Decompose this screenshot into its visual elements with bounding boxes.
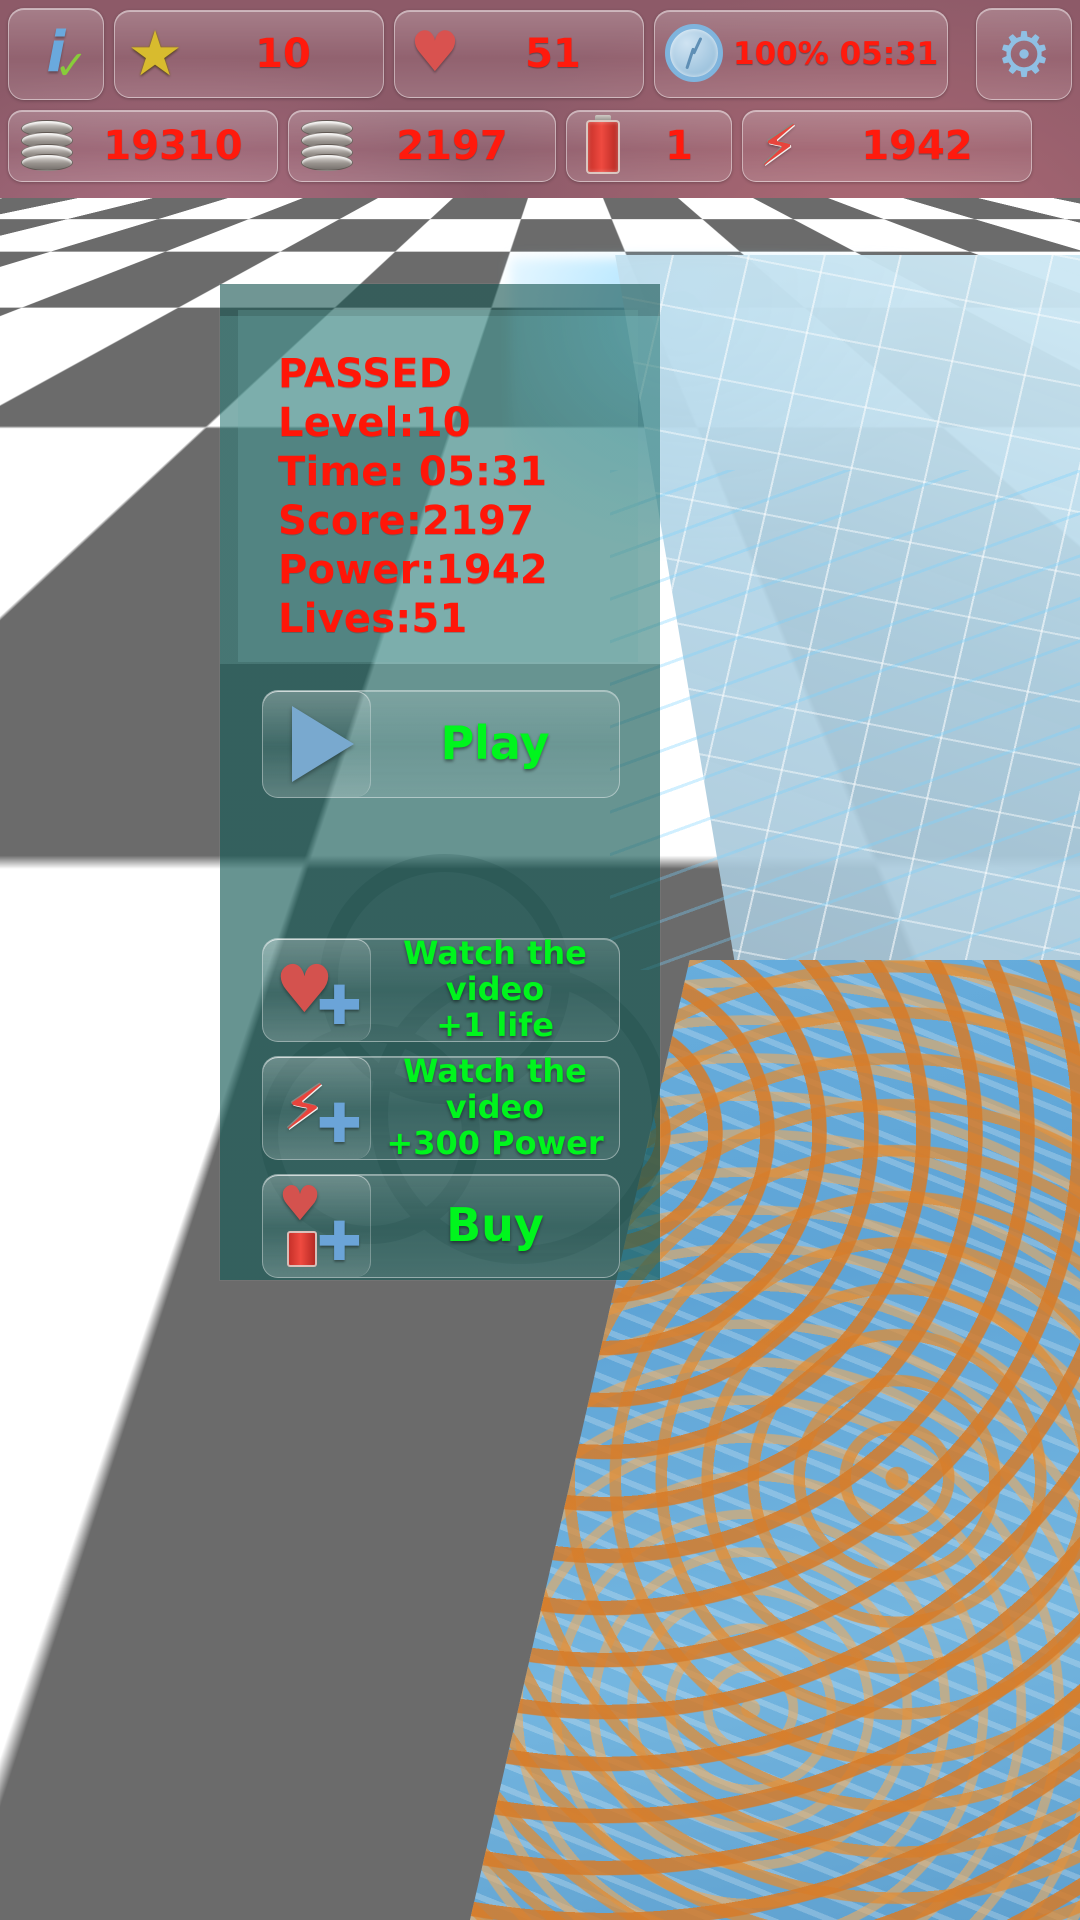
- coin-stack-icon: [299, 120, 353, 172]
- stat-passed: PASSED: [278, 351, 453, 397]
- stat-lives: Lives:51: [278, 596, 468, 642]
- stat-time: Time: 05:31: [278, 449, 548, 495]
- power-value: 1942: [861, 123, 973, 169]
- stat-level: Level:10: [278, 400, 471, 446]
- plus-icon: ✚: [316, 1092, 362, 1155]
- coins-value: 19310: [103, 123, 243, 169]
- heart-icon: ♥: [409, 20, 461, 85]
- stars-counter[interactable]: ★ 10: [114, 10, 384, 98]
- plus-icon: ✚: [316, 974, 362, 1037]
- watch-video-power-line2: +300 Power: [386, 1123, 604, 1162]
- stars-value: 10: [255, 31, 311, 77]
- battery-counter[interactable]: 1: [566, 110, 732, 182]
- battery-value: 1: [665, 123, 693, 169]
- coin-stack-icon: [19, 120, 73, 172]
- hud-row-primary: i ✓ ★ 10 ♥ 51 100% 05:31 ⚙: [0, 6, 1080, 102]
- clock-icon: [665, 24, 725, 84]
- heart-plus-icon-box: ♥ ✚: [263, 939, 371, 1041]
- info-button[interactable]: i ✓: [8, 8, 104, 100]
- play-button-label: Play: [440, 716, 550, 771]
- play-button[interactable]: Play: [262, 690, 620, 798]
- stats-list: PASSED Level:10 Time: 05:31 Score:2197 P…: [278, 350, 658, 644]
- timer-value: 100% 05:31: [733, 36, 939, 72]
- power-counter[interactable]: ⚡ 1942: [742, 110, 1032, 182]
- watch-video-power-button[interactable]: ⚡ ✚ Watch the video +300 Power: [262, 1052, 620, 1162]
- bolt-icon: ⚡: [759, 114, 799, 179]
- watch-video-life-line1: Watch the video: [403, 934, 587, 1009]
- hud: i ✓ ★ 10 ♥ 51 100% 05:31 ⚙ 19310 2197 1 …: [0, 0, 1080, 190]
- level-complete-dialog: PASSED Level:10 Time: 05:31 Score:2197 P…: [220, 284, 660, 1280]
- timer-counter[interactable]: 100% 05:31: [654, 10, 948, 98]
- bolt-plus-icon-box: ⚡ ✚: [263, 1057, 371, 1159]
- watch-video-power-label: Watch the video +300 Power: [371, 1052, 619, 1162]
- star-icon: ★: [127, 17, 183, 90]
- watch-video-life-line2: +1 life: [436, 1005, 554, 1044]
- buy-button-label: Buy: [446, 1198, 544, 1253]
- settings-button[interactable]: ⚙: [976, 8, 1072, 100]
- score-counter[interactable]: 2197: [288, 110, 556, 182]
- lives-counter[interactable]: ♥ 51: [394, 10, 644, 98]
- gear-icon: ⚙: [996, 18, 1052, 91]
- heart-battery-plus-icon-box: ♥ ✚: [263, 1175, 371, 1277]
- info-check-icon: i ✓: [46, 20, 88, 89]
- hud-row-secondary: 19310 2197 1 ⚡ 1942: [0, 108, 1080, 184]
- lives-value: 51: [525, 31, 581, 77]
- coins-counter[interactable]: 19310: [8, 110, 278, 182]
- buy-button[interactable]: ♥ ✚ Buy: [262, 1174, 620, 1278]
- score-value: 2197: [396, 123, 508, 169]
- watch-video-power-line1: Watch the video: [403, 1052, 587, 1127]
- plus-icon: ✚: [316, 1210, 362, 1273]
- corridor-light-streaks: [610, 470, 1080, 970]
- play-triangle-icon: [291, 706, 354, 782]
- stat-score: Score:2197: [278, 498, 535, 544]
- stat-power: Power:1942: [278, 547, 548, 593]
- watch-video-life-label: Watch the video +1 life: [371, 934, 619, 1044]
- play-button-icon-box: [263, 691, 371, 797]
- watch-video-life-button[interactable]: ♥ ✚ Watch the video +1 life: [262, 934, 620, 1044]
- battery-icon: [577, 115, 629, 174]
